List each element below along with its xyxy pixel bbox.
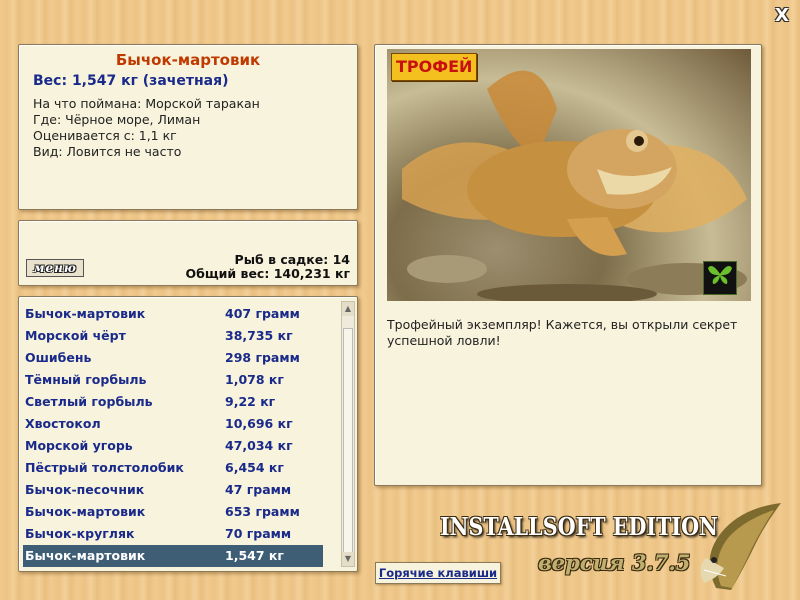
catch-fish-weight: 653 грамм: [225, 504, 300, 519]
catch-fish-name: Ошибень: [25, 350, 92, 365]
catch-info-panel: Бычок-мартовик Вес: 1,547 кг (зачетная) …: [18, 44, 358, 210]
catch-list-row[interactable]: Ошибень 298 грамм: [23, 347, 323, 369]
catch-list-row[interactable]: Бычок-песочник 47 грамм: [23, 479, 323, 501]
catch-fish-name: Морской чёрт: [25, 328, 126, 343]
fish-weight-line: Вес: 1,547 кг (зачетная): [33, 73, 229, 89]
catch-list-row[interactable]: Хвостокол 10,696 кг: [23, 413, 323, 435]
keepnet-stats-panel: меню Рыб в садке: 14 Общий вес: 140,231 …: [18, 220, 358, 286]
catch-fish-name: Бычок-кругляк: [25, 526, 135, 541]
catch-fish-weight: 298 грамм: [225, 350, 300, 365]
catch-list-row[interactable]: Пёстрый толстолобик 6,454 кг: [23, 457, 323, 479]
edition-label: INSTALLSOFT EDITION: [440, 512, 718, 541]
pike-logo-icon: [696, 498, 796, 594]
list-scrollbar[interactable]: ▲ ▼: [341, 301, 355, 567]
hotkeys-button[interactable]: Горячие клавиши: [375, 562, 501, 584]
total-weight: Общий вес: 140,231 кг: [185, 266, 351, 281]
catch-fish-name: Бычок-мартовик: [25, 504, 146, 519]
scroll-thumb[interactable]: [343, 328, 353, 560]
catch-fish-name: Хвостокол: [25, 416, 101, 431]
catch-fish-name: Бычок-мартовик: [25, 548, 146, 563]
catch-list-row[interactable]: Бычок-мартовик 407 грамм: [23, 303, 323, 325]
catch-fish-weight: 1,078 кг: [225, 372, 284, 387]
catch-list-row[interactable]: Бычок-мартовик 1,547 кг: [23, 545, 323, 567]
catch-list-row[interactable]: Тёмный горбыль 1,078 кг: [23, 369, 323, 391]
value-line: Оценивается с: 1,1 кг: [33, 128, 177, 143]
catch-fish-weight: 9,22 кг: [225, 394, 276, 409]
catch-fish-name: Бычок-мартовик: [25, 306, 146, 321]
fish-name-title: Бычок-мартовик: [115, 51, 261, 69]
close-button[interactable]: X: [772, 6, 792, 26]
kind-line: Вид: Ловится не часто: [33, 144, 182, 159]
catch-list-row[interactable]: Морской чёрт 38,735 кг: [23, 325, 323, 347]
butterfly-icon: [703, 261, 737, 295]
catch-fish-name: Светлый горбыль: [25, 394, 153, 409]
goby-illustration: [402, 70, 747, 301]
catch-fish-weight: 47,034 кг: [225, 438, 293, 453]
scroll-up-arrow-icon[interactable]: ▲: [342, 302, 354, 316]
trophy-description: Трофейный экземпляр! Кажется, вы открыли…: [387, 317, 738, 348]
close-icon: X: [775, 5, 789, 26]
catch-list-row[interactable]: Бычок-кругляк 70 грамм: [23, 523, 323, 545]
bait-line: На что поймана: Морской таракан: [33, 96, 260, 111]
fish-photo: ТРОФЕЙ: [387, 49, 751, 301]
menu-button[interactable]: меню: [26, 259, 84, 277]
catch-fish-weight: 10,696 кг: [225, 416, 293, 431]
scroll-down-arrow-icon[interactable]: ▼: [342, 552, 354, 566]
version-label: версия 3.7.5: [538, 550, 691, 575]
place-line: Где: Чёрное море, Лиман: [33, 112, 201, 127]
catch-fish-weight: 6,454 кг: [225, 460, 284, 475]
catch-list-row[interactable]: Бычок-мартовик 653 грамм: [23, 501, 323, 523]
catch-fish-name: Морской угорь: [25, 438, 133, 453]
fish-count: Рыб в садке: 14: [234, 252, 350, 267]
catch-fish-name: Тёмный горбыль: [25, 372, 147, 387]
catch-fish-name: Пёстрый толстолобик: [25, 460, 184, 475]
catch-fish-weight: 70 грамм: [225, 526, 292, 541]
trophy-badge: ТРОФЕЙ: [391, 53, 478, 81]
catch-fish-weight: 38,735 кг: [225, 328, 293, 343]
catch-list-row[interactable]: Светлый горбыль 9,22 кг: [23, 391, 323, 413]
catch-fish-name: Бычок-песочник: [25, 482, 145, 497]
catch-fish-weight: 407 грамм: [225, 306, 300, 321]
catch-fish-weight: 47 грамм: [225, 482, 292, 497]
catch-list-panel: Бычок-мартовик 407 грамм Морской чёрт 38,73…: [18, 296, 358, 572]
butterfly-shape: [708, 266, 732, 284]
photo-panel: ТРОФЕЙ Трофейный экземпляр! Кажется, вы …: [374, 44, 762, 486]
catch-list-row[interactable]: Морской угорь 47,034 кг: [23, 435, 323, 457]
catch-fish-weight: 1,547 кг: [225, 548, 284, 563]
